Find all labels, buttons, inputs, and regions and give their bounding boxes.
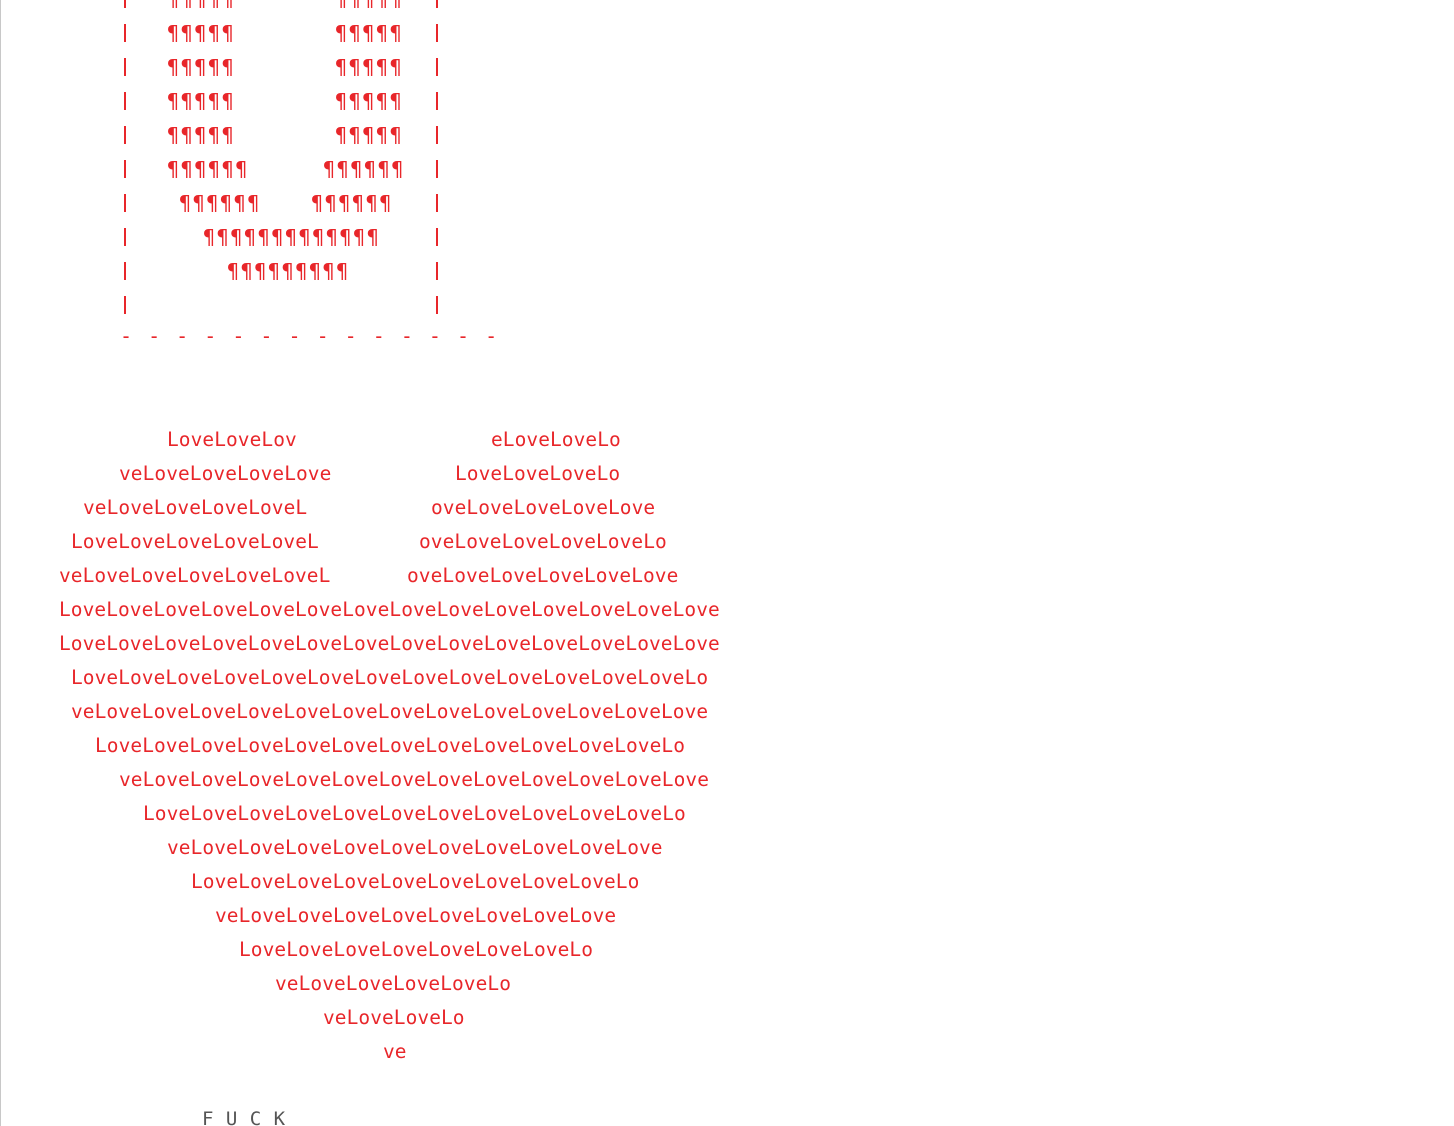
box-row: ¶¶¶¶¶ ¶¶¶¶¶ — [120, 50, 444, 84]
pilcrow-right: ¶¶¶¶¶ — [335, 0, 403, 10]
pilcrow-right: ¶¶¶¶¶¶ — [323, 157, 405, 181]
box-bottom-border: - - - - - - - - - - - - - - — [120, 324, 500, 348]
heart-line: veLoveLoveLoveLoveL — [83, 496, 308, 519]
box-left-bar — [124, 160, 126, 178]
heart-line: LoveLoveLoveLoveLoveLoveLoveLoveLoveLo — [191, 870, 640, 893]
pilcrow-left: ¶¶¶¶¶¶ — [167, 157, 249, 181]
heart-line: veLoveLoveLoveLoveLoveLoveLoveLoveLoveLo… — [119, 768, 709, 791]
pilcrow-left: ¶¶¶¶¶ — [167, 0, 235, 10]
heart-line: LoveLoveLoveLoveLoveLoveLoveLoveLoveLove… — [59, 598, 720, 621]
heart-line: LoveLoveLoveLoveLoveL — [71, 530, 319, 553]
heart-line: eLoveLoveLo — [491, 428, 621, 451]
heart-line: LoveLoveLoveLo — [455, 462, 621, 485]
pilcrow-left: ¶¶¶¶¶ — [167, 55, 236, 79]
box-right-bar — [436, 262, 438, 280]
console-output: ¶¶¶¶¶ ¶¶¶¶¶ ¶¶¶¶¶ ¶¶¶¶¶ ¶¶¶¶¶ ¶¶¶¶¶ ¶¶¶¶… — [0, 0, 1454, 1126]
box-left-bar — [124, 58, 126, 76]
box-row-partial: ¶¶¶¶¶ ¶¶¶¶¶ — [120, 0, 444, 16]
heart-line: veLoveLoveLoveLoveLoveLoveLoveLoveLoveLo… — [71, 700, 709, 723]
heart-line: ve — [383, 1040, 407, 1063]
pilcrow-center: ¶¶¶¶¶¶¶¶¶ — [227, 259, 350, 283]
box-right-bar — [436, 228, 438, 246]
box-left-bar — [124, 296, 126, 314]
box-row: ¶¶¶¶¶¶¶¶¶ — [120, 254, 444, 288]
pilcrow-right: ¶¶¶¶¶ — [335, 89, 404, 113]
box-right-bar — [436, 24, 438, 42]
box-left-bar — [124, 0, 126, 8]
box-row: ¶¶¶¶¶ ¶¶¶¶¶ — [120, 118, 444, 152]
pilcrow-left: ¶¶¶¶¶¶ — [179, 191, 261, 215]
box-row: ¶¶¶¶¶¶¶¶¶¶¶¶¶ — [120, 220, 444, 254]
heart-line: LoveLoveLoveLoveLoveLoveLoveLoveLoveLove… — [143, 802, 686, 825]
box-right-bar — [436, 296, 438, 314]
box-row — [120, 288, 444, 322]
box-left-bar — [124, 262, 126, 280]
heart-line: LoveLoveLoveLoveLoveLoveLoveLoveLoveLove… — [59, 632, 720, 655]
box-left-bar — [124, 92, 126, 110]
heart-line: oveLoveLoveLoveLoveLove — [407, 564, 679, 587]
heart-line: veLoveLoveLoveLoveLoveLoveLoveLove — [215, 904, 617, 927]
pilcrow-left: ¶¶¶¶¶ — [167, 89, 236, 113]
pilcrow-left: ¶¶¶¶¶ — [167, 21, 236, 45]
pilcrow-right: ¶¶¶¶¶¶ — [311, 191, 393, 215]
box-right-bar — [436, 92, 438, 110]
box-right-bar — [436, 58, 438, 76]
heart-line: veLoveLoveLoveLoveLoveL — [59, 564, 331, 587]
box-right-bar — [436, 126, 438, 144]
pilcrow-right: ¶¶¶¶¶ — [335, 123, 404, 147]
heart-line: oveLoveLoveLoveLoveLo — [419, 530, 667, 553]
box-left-bar — [124, 194, 126, 212]
box-right-bar — [436, 0, 438, 8]
heart-line: veLoveLoveLoveLoveLoveLoveLoveLoveLoveLo… — [167, 836, 663, 859]
box-right-bar — [436, 160, 438, 178]
box-row: ¶¶¶¶¶ ¶¶¶¶¶ — [120, 16, 444, 50]
box-row: ¶¶¶¶¶¶ ¶¶¶¶¶¶ — [120, 186, 444, 220]
love-heart: LoveLoveLov eLoveLoveLo veLoveLoveLoveLo… — [0, 426, 760, 1076]
pilcrow-left: ¶¶¶¶¶ — [167, 123, 236, 147]
heart-line: LoveLoveLoveLoveLoveLoveLoveLoveLoveLove… — [95, 734, 685, 757]
box-left-bar — [124, 228, 126, 246]
heart-line: veLoveLoveLoveLoveLo — [275, 972, 511, 995]
box-row: ¶¶¶¶¶ ¶¶¶¶¶ — [120, 84, 444, 118]
footer-text: F U C K — [202, 1108, 286, 1126]
pilcrow-right: ¶¶¶¶¶ — [335, 55, 404, 79]
box-left-bar — [124, 24, 126, 42]
pilcrow-center: ¶¶¶¶¶¶¶¶¶¶¶¶¶ — [203, 225, 381, 249]
box-row: ¶¶¶¶¶¶ ¶¶¶¶¶¶ — [120, 152, 444, 186]
box-right-bar — [436, 194, 438, 212]
box-left-bar — [124, 126, 126, 144]
heart-line: LoveLoveLov — [167, 428, 297, 451]
heart-line: oveLoveLoveLoveLove — [431, 496, 656, 519]
heart-line: veLoveLoveLoveLove — [119, 462, 332, 485]
heart-line: veLoveLoveLo — [323, 1006, 465, 1029]
heart-line: LoveLoveLoveLoveLoveLoveLoveLoveLoveLove… — [71, 666, 709, 689]
heart-line: LoveLoveLoveLoveLoveLoveLoveLo — [239, 938, 593, 961]
pilcrow-right: ¶¶¶¶¶ — [335, 21, 404, 45]
